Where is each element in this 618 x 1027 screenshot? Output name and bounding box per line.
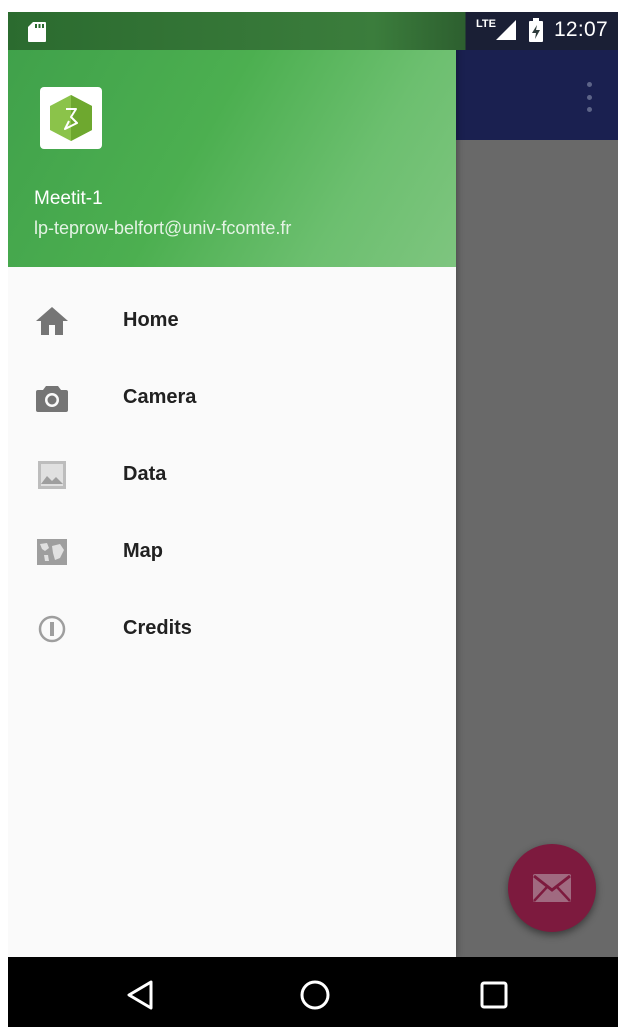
signal-icon (495, 20, 516, 40)
nav-back-button[interactable] (120, 975, 160, 1015)
drawer-item-label: Credits (123, 617, 192, 639)
image-icon (34, 457, 70, 493)
navigation-drawer: Meetit-1 lp-teprow-belfort@univ-fcomte.f… (8, 12, 456, 957)
phone-screen: LTE 12:07 Meetit-1 lp-teprow-belfort@uni… (8, 12, 618, 1027)
drawer-item-camera[interactable]: Camera (8, 359, 456, 436)
drawer-item-label: Camera (123, 386, 197, 408)
app-logo-icon (50, 95, 92, 141)
sd-card-icon (28, 22, 46, 42)
back-icon (127, 980, 153, 1010)
drawer-item-label: Data (123, 463, 167, 485)
drawer-item-credits[interactable]: Credits (8, 590, 456, 667)
nav-recents-button[interactable] (474, 975, 514, 1015)
drawer-menu: Home Camera Data Map Credits (8, 282, 456, 667)
compose-fab-button[interactable] (508, 844, 596, 932)
mail-icon (533, 874, 571, 902)
drawer-item-map[interactable]: Map (8, 513, 456, 590)
recents-icon (480, 981, 508, 1009)
camera-icon (34, 380, 70, 416)
nav-home-button[interactable] (295, 975, 335, 1015)
overflow-menu-icon[interactable] (584, 82, 594, 112)
home-circle-icon (300, 980, 330, 1010)
drawer-item-data[interactable]: Data (8, 436, 456, 513)
info-icon (34, 611, 70, 647)
map-icon (34, 534, 70, 570)
battery-icon (528, 18, 543, 42)
drawer-header: Meetit-1 lp-teprow-belfort@univ-fcomte.f… (8, 12, 456, 267)
account-email: lp-teprow-belfort@univ-fcomte.fr (34, 218, 292, 238)
drawer-item-label: Map (123, 540, 163, 562)
app-logo[interactable] (40, 87, 102, 149)
home-icon (34, 303, 70, 339)
account-name: Meetit-1 (34, 188, 103, 209)
status-bar: LTE 12:07 (8, 12, 618, 50)
drawer-item-home[interactable]: Home (8, 282, 456, 359)
system-nav-bar (8, 957, 618, 1027)
drawer-item-label: Home (123, 309, 179, 331)
network-type-label: LTE (475, 18, 496, 30)
status-clock: 12:07 (553, 18, 608, 41)
